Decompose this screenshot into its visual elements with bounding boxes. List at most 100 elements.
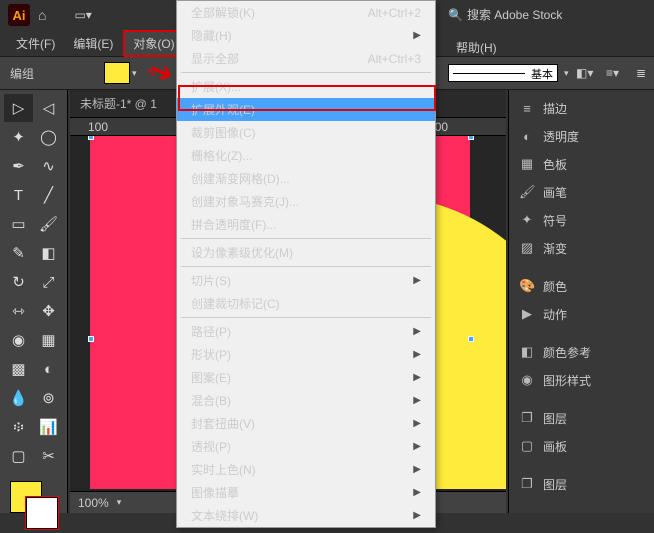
opacity-icon[interactable]: ◧▾ (576, 66, 593, 80)
chevron-down-icon[interactable]: ▾ (117, 497, 122, 508)
menu-show-all[interactable]: 显示全部Alt+Ctrl+3 (177, 47, 435, 70)
menu-mosaic: 创建对象马赛克(J)... (177, 190, 435, 213)
scale-tool[interactable]: ⤢ (34, 268, 63, 296)
color-icon: 🎨 (519, 278, 535, 294)
pen-tool[interactable]: ✒ (4, 152, 33, 180)
panel-layers[interactable]: ❐图层 (509, 404, 654, 432)
panel-symbols[interactable]: ✦符号 (509, 206, 654, 234)
blend-tool[interactable]: ⊚ (34, 384, 63, 412)
gradient-tool[interactable]: ◐ (34, 355, 63, 383)
fill-swatch[interactable] (104, 62, 130, 84)
chevron-down-icon[interactable]: ▾ (564, 68, 569, 79)
menu-rasterize[interactable]: 栅格化(Z)... (177, 144, 435, 167)
selection-handle[interactable] (468, 336, 474, 342)
menu-expand[interactable]: 扩展(X)... (177, 75, 435, 98)
menu-path[interactable]: 路径(P)▶ (177, 320, 435, 343)
fill-stroke-swatch[interactable] (4, 477, 63, 533)
search-adobe-stock[interactable]: 🔍 搜索 Adobe Stock (448, 6, 562, 23)
swatches-icon: ▦ (519, 156, 535, 172)
mesh-tool[interactable]: ▩ (4, 355, 33, 383)
panel-actions[interactable]: ▶动作 (509, 300, 654, 328)
artboard-tool[interactable]: ▢ (4, 442, 33, 470)
menu-text-wrap[interactable]: 文本绕排(W)▶ (177, 504, 435, 527)
slice-tool[interactable]: ✂ (34, 442, 63, 470)
doc-icon[interactable]: ▭▾ (74, 8, 91, 22)
graph-tool[interactable]: 📊 (34, 413, 63, 441)
panel-brushes[interactable]: 🖌画笔 (509, 178, 654, 206)
menu-image-trace[interactable]: 图像描摹▶ (177, 481, 435, 504)
menu-live-paint[interactable]: 实时上色(N)▶ (177, 458, 435, 481)
rotate-tool[interactable]: ↻ (4, 268, 33, 296)
menu-edit[interactable]: 编辑(E) (65, 32, 121, 55)
eraser-tool[interactable]: ◧ (34, 239, 63, 267)
direct-selection-tool[interactable]: ◁ (34, 94, 63, 122)
menu-expand-appearance[interactable]: 扩展外观(E) (177, 98, 435, 121)
layers-icon: ❐ (519, 410, 535, 426)
shape-builder-tool[interactable]: ◉ (4, 326, 33, 354)
panel-gradient[interactable]: ▨渐变 (509, 234, 654, 262)
magic-wand-tool[interactable]: ✦ (4, 123, 33, 151)
search-placeholder: 搜索 Adobe Stock (467, 6, 562, 23)
panel-layers-2[interactable]: ❐图层 (509, 470, 654, 498)
symbol-sprayer-tool[interactable]: ፨ (4, 413, 33, 441)
panel-artboards[interactable]: ▢画板 (509, 432, 654, 460)
home-icon[interactable]: ⌂ (38, 7, 46, 23)
menu-pixel-perfect[interactable]: 设为像素级优化(M) (177, 241, 435, 264)
selection-handle[interactable] (468, 136, 474, 140)
menu-blend[interactable]: 混合(B)▶ (177, 389, 435, 412)
menu-crop-image: 裁剪图像(C) (177, 121, 435, 144)
menu-envelope[interactable]: 封套扭曲(V)▶ (177, 412, 435, 435)
menu-gradient-mesh[interactable]: 创建渐变网格(D)... (177, 167, 435, 190)
menu-unlock-all[interactable]: 全部解锁(K)Alt+Ctrl+2 (177, 1, 435, 24)
gradient-icon: ▨ (519, 240, 535, 256)
chevron-down-icon[interactable]: ▾ (132, 68, 137, 79)
panel-color-guide[interactable]: ◧颜色参考 (509, 338, 654, 366)
stroke-icon: ≡ (519, 101, 535, 116)
perspective-tool[interactable]: ▦ (34, 326, 63, 354)
menu-flatten[interactable]: 拼合透明度(F)... (177, 213, 435, 236)
menu-help[interactable]: 帮助(H) (448, 36, 505, 59)
selection-handle[interactable] (88, 336, 94, 342)
rectangle-tool[interactable]: ▭ (4, 210, 33, 238)
menu-file[interactable]: 文件(F) (8, 32, 63, 55)
panel-dock: ≡描边 ◐透明度 ▦色板 🖌画笔 ✦符号 ▨渐变 🎨颜色 ▶动作 ◧颜色参考 ◉… (508, 90, 654, 513)
transparency-icon: ◐ (519, 129, 535, 144)
menu-crop-marks[interactable]: 创建裁切标记(C) (177, 292, 435, 315)
panel-transparency[interactable]: ◐透明度 (509, 122, 654, 150)
more-icon[interactable]: ≣ (636, 66, 646, 80)
selection-tool[interactable]: ▷ (4, 94, 33, 122)
tool-panel: ▷ ◁ ✦ ◯ ✒ ∿ T ╱ ▭ 🖌 ✎ ◧ ↻ ⤢ ⇿ ✥ ◉ ▦ ▩ ◐ … (0, 90, 68, 513)
panel-swatches[interactable]: ▦色板 (509, 150, 654, 178)
app-icon: Ai (8, 4, 30, 26)
stroke-style[interactable]: 基本 (448, 64, 558, 82)
color-guide-icon: ◧ (519, 344, 535, 360)
menu-slice[interactable]: 切片(S)▶ (177, 269, 435, 292)
width-tool[interactable]: ⇿ (4, 297, 33, 325)
layers-icon: ❐ (519, 476, 535, 492)
graphic-styles-icon: ◉ (519, 372, 535, 388)
free-transform-tool[interactable]: ✥ (34, 297, 63, 325)
actions-icon: ▶ (519, 306, 535, 322)
symbols-icon: ✦ (519, 212, 535, 228)
menu-pattern[interactable]: 图案(E)▶ (177, 366, 435, 389)
type-tool[interactable]: T (4, 181, 33, 209)
menu-hide[interactable]: 隐藏(H)▶ (177, 24, 435, 47)
panel-graphic-styles[interactable]: ◉图形样式 (509, 366, 654, 394)
group-label: 编组 (10, 65, 34, 82)
zoom-level[interactable]: 100% (78, 496, 109, 510)
menu-perspective[interactable]: 透视(P)▶ (177, 435, 435, 458)
panel-stroke[interactable]: ≡描边 (509, 94, 654, 122)
align-icon[interactable]: ≡▾ (606, 66, 619, 80)
eyedropper-tool[interactable]: 💧 (4, 384, 33, 412)
menu-shape[interactable]: 形状(P)▶ (177, 343, 435, 366)
object-menu-dropdown: 全部解锁(K)Alt+Ctrl+2 隐藏(H)▶ 显示全部Alt+Ctrl+3 … (176, 0, 436, 528)
line-tool[interactable]: ╱ (34, 181, 63, 209)
panel-color[interactable]: 🎨颜色 (509, 272, 654, 300)
paintbrush-tool[interactable]: 🖌 (34, 210, 63, 238)
artboards-icon: ▢ (519, 438, 535, 454)
curvature-tool[interactable]: ∿ (34, 152, 63, 180)
lasso-tool[interactable]: ◯ (34, 123, 63, 151)
selection-handle[interactable] (88, 136, 94, 140)
shaper-tool[interactable]: ✎ (4, 239, 33, 267)
search-icon: 🔍 (448, 8, 463, 22)
